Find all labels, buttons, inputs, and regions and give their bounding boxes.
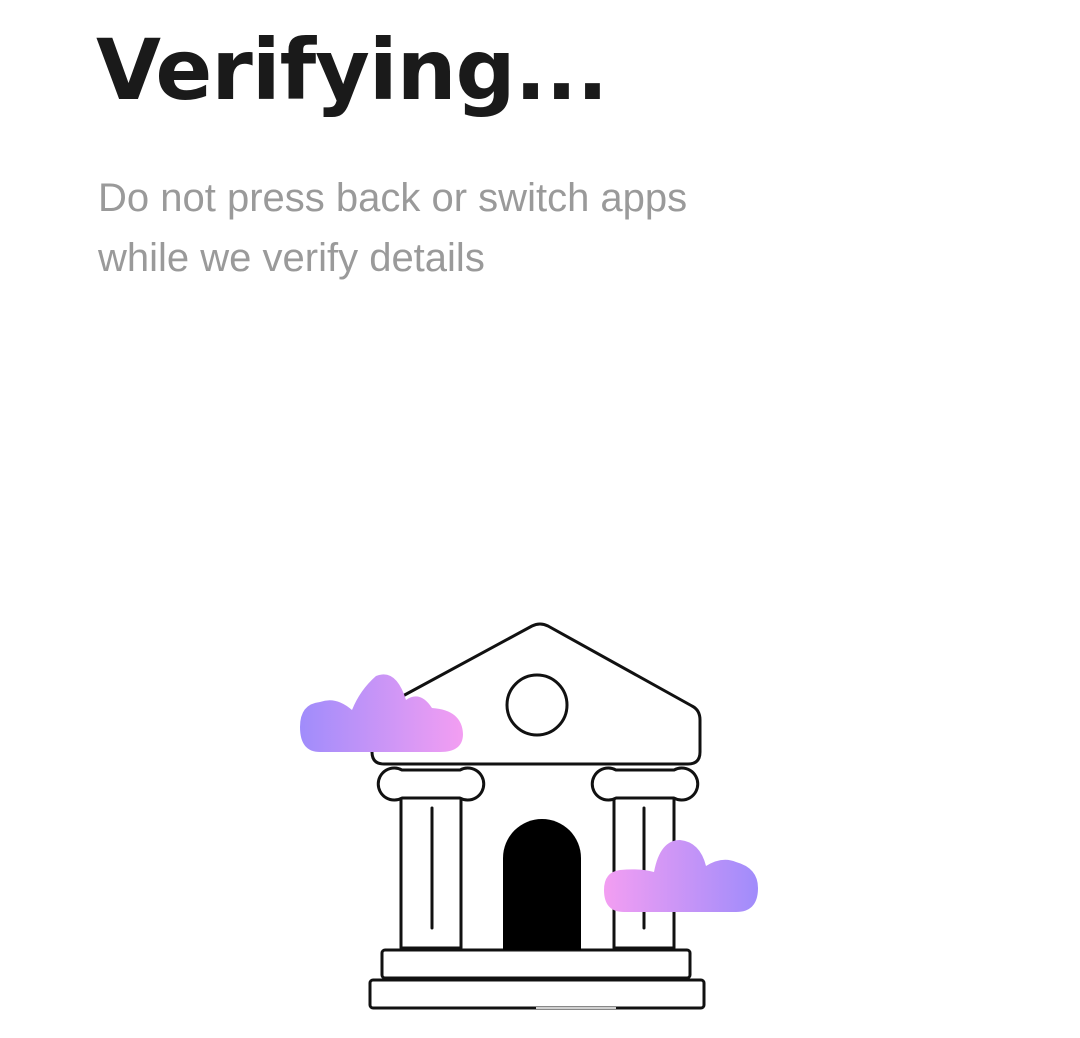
base-step-lower [368, 978, 706, 1010]
left-capital [376, 766, 486, 802]
page-title: Verifying... [96, 21, 608, 119]
roof-medallion [505, 673, 569, 737]
bank-building-icon [300, 622, 758, 1010]
right-capital [590, 766, 700, 802]
base-step-upper [380, 948, 692, 980]
subtitle-line-2: while we verify details [98, 236, 485, 280]
page-subtitle: Do not press back or switch apps while w… [98, 168, 858, 288]
bank-illustration [290, 610, 770, 1020]
verifying-screen: Verifying... Do not press back or switch… [0, 0, 1080, 1038]
door [503, 819, 581, 950]
subtitle-line-1: Do not press back or switch apps [98, 176, 688, 220]
